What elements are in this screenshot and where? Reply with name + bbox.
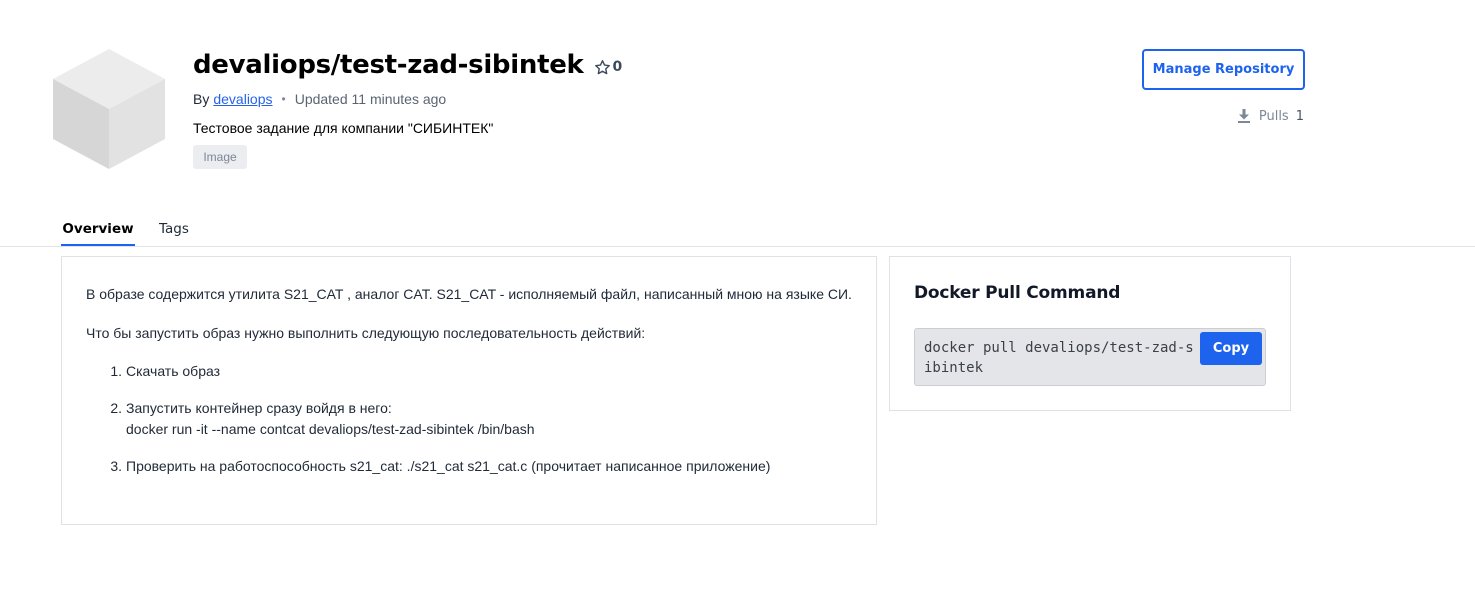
step-number: 1. (110, 363, 122, 379)
overview-paragraph: Что бы запустить образ нужно выполнить с… (86, 325, 646, 341)
pulls-stat: Pulls 1 (1236, 106, 1304, 126)
repo-title: devaliops/test-zad-sibintek (193, 50, 584, 80)
steps-list: 1. Скачать образ 2. Запустить контейнер … (86, 361, 852, 477)
tab-overview[interactable]: Overview (61, 216, 135, 247)
pull-command-box: docker pull devaliops/test-zad-sibintek … (914, 328, 1266, 386)
repo-header: devaliops/test-zad-sibintek 0 (193, 47, 622, 83)
pull-command-text[interactable]: docker pull devaliops/test-zad-sibintek (924, 338, 1199, 378)
list-item: 2. Запустить контейнер сразу войдя в нег… (86, 398, 852, 440)
author-link[interactable]: devaliops (213, 91, 272, 107)
download-icon (1236, 108, 1252, 124)
meta-separator: • (281, 92, 286, 106)
star-button[interactable]: 0 (594, 59, 623, 76)
pull-command-panel: Docker Pull Command docker pull devaliop… (889, 256, 1291, 411)
step-number: 2. (110, 400, 122, 416)
tab-tags[interactable]: Tags (159, 216, 189, 247)
list-item: 3. Проверить на работоспособность s21_ca… (86, 456, 852, 477)
overview-paragraph: В образе содержится утилита S21_CAT , ан… (86, 286, 852, 302)
type-badge: Image (193, 145, 247, 169)
updated-text: Updated 11 minutes ago (294, 91, 447, 107)
step-text: Проверить на работоспособность s21_cat: … (126, 458, 771, 474)
step-command: docker run -it --name contcat devaliops/… (126, 421, 535, 437)
step-text: Запустить контейнер сразу войдя в него: (126, 400, 392, 416)
star-outline-icon (594, 59, 611, 76)
cube-icon (52, 48, 166, 170)
pulls-label: Pulls (1258, 108, 1289, 124)
list-item: 1. Скачать образ (86, 361, 852, 382)
overview-panel: В образе содержится утилита S21_CAT , ан… (61, 256, 877, 525)
by-label: By (193, 91, 210, 107)
repo-tabs: Overview Tags (61, 216, 189, 247)
pulls-count: 1 (1295, 108, 1304, 124)
tabs-divider (0, 246, 1475, 247)
manage-repository-button[interactable]: Manage Repository (1142, 49, 1305, 90)
repo-description: Тестовое задание для компании "СИБИНТЕК" (193, 120, 494, 136)
step-number: 3. (110, 458, 122, 474)
star-count: 0 (612, 59, 623, 75)
pull-command-title: Docker Pull Command (914, 283, 1121, 303)
repo-meta: By devaliops • Updated 11 minutes ago (193, 90, 446, 108)
step-text: Скачать образ (126, 363, 221, 379)
copy-button[interactable]: Copy (1200, 332, 1262, 365)
